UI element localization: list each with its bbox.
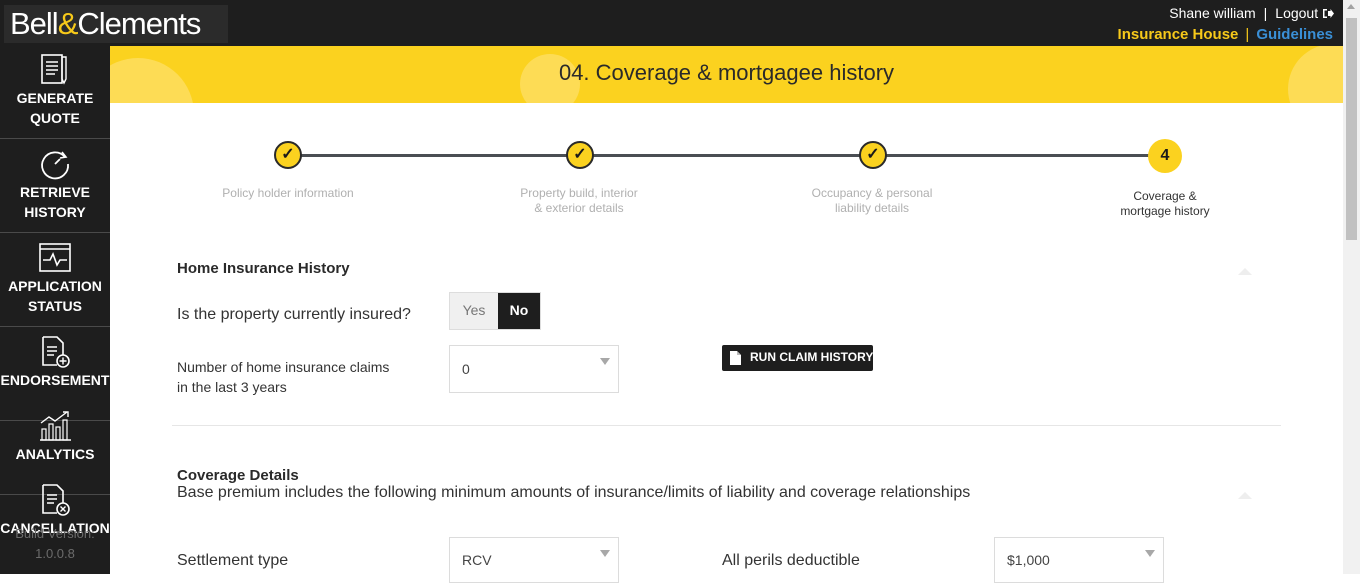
coverage-details-description: Base premium includes the following mini… xyxy=(177,484,971,501)
insured-no-button[interactable]: No xyxy=(498,293,540,329)
step-4-label: Coverage & mortgage history xyxy=(1075,189,1255,219)
all-perils-deductible-value: $1,000 xyxy=(1007,552,1050,568)
document-list-icon xyxy=(41,54,67,85)
insurance-house-link[interactable]: Insurance House xyxy=(1118,26,1239,43)
sidebar-item-label: GENERATE QUOTE xyxy=(16,90,94,126)
insured-toggle: Yes No xyxy=(449,292,541,330)
step-3-label-line1: Occupancy & personal xyxy=(811,186,933,200)
document-cancel-icon xyxy=(42,484,70,516)
claims-count-select[interactable]: 0 xyxy=(449,345,619,393)
sidebar-item-label: ENDORSEMENT xyxy=(0,372,110,388)
step-3-label: Occupancy & personal liability details xyxy=(782,186,962,216)
step-2-label-line1: Property build, interior xyxy=(520,186,638,200)
section-divider xyxy=(172,425,1281,426)
stepper-line xyxy=(288,154,1165,157)
user-line: Shane william | Logout xyxy=(1169,5,1334,21)
page-title: 04. Coverage & mortgagee history xyxy=(558,60,895,85)
top-bar: Bell&Clements Shane william | Logout Insur… xyxy=(0,0,1360,46)
step-4-number[interactable]: 4 xyxy=(1148,139,1182,173)
sidebar-item-label: APPLICATION STATUS xyxy=(8,278,102,314)
chevron-down-icon xyxy=(600,550,610,557)
logout-icon xyxy=(1323,9,1334,18)
document-icon xyxy=(730,351,741,365)
brand-ampersand: & xyxy=(57,6,79,41)
status-pulse-icon xyxy=(39,243,71,272)
brand-logo[interactable]: Bell&Clements xyxy=(4,5,228,43)
claims-count-value: 0 xyxy=(462,361,470,377)
step-1-label: Policy holder information xyxy=(198,186,378,201)
coverage-details-title: Coverage Details xyxy=(177,467,299,484)
chevron-down-icon xyxy=(1145,550,1155,557)
scrollbar[interactable] xyxy=(1343,0,1360,574)
step-3-label-line2: liability details xyxy=(834,201,910,215)
sidebar-item-retrieve-history[interactable]: RETRIEVE HISTORY xyxy=(0,140,110,233)
user-name: Shane william xyxy=(1169,5,1256,21)
build-version-info: Build Version: 1.0.0.8 xyxy=(0,524,110,564)
claims-count-label: Number of home insurance claims in the l… xyxy=(177,357,389,397)
chevron-down-icon xyxy=(600,358,610,365)
home-insurance-history-title: Home Insurance History xyxy=(177,260,350,277)
step-2-label: Property build, interior & exterior detai… xyxy=(489,186,669,216)
logout-label: Logout xyxy=(1275,5,1319,21)
header-links-separator: | xyxy=(1245,26,1250,43)
run-claim-history-button[interactable]: RUN CLAIM HISTORY xyxy=(722,345,873,371)
all-perils-deductible-label: All perils deductible xyxy=(722,552,860,569)
page-banner: 04. Coverage & mortgagee history xyxy=(110,46,1343,103)
insured-yes-button[interactable]: Yes xyxy=(450,293,498,329)
build-version-number: 1.0.0.8 xyxy=(35,546,75,561)
step-1-check-icon[interactable]: ✓ xyxy=(274,141,302,169)
header-links: Insurance House | Guidelines xyxy=(1118,26,1333,43)
sidebar-item-application-status[interactable]: APPLICATION STATUS xyxy=(0,234,110,327)
build-version-label: Build Version: xyxy=(15,526,95,541)
settlement-type-label: Settlement type xyxy=(177,552,289,569)
sidebar-item-label: RETRIEVE HISTORY xyxy=(19,184,90,220)
step-2-check-icon[interactable]: ✓ xyxy=(566,141,594,169)
run-claim-history-label: RUN CLAIM HISTORY xyxy=(750,350,874,364)
brand-name-part1: Bell xyxy=(10,6,59,41)
scroll-up-arrow-icon[interactable] xyxy=(1347,4,1355,9)
header-separator: | xyxy=(1263,5,1268,21)
collapse-coverage-details-icon[interactable] xyxy=(1238,492,1252,499)
step-2-label-line2: & exterior details xyxy=(534,201,624,215)
claims-label-line1: Number of home insurance claims xyxy=(177,359,390,375)
scrollbar-thumb[interactable] xyxy=(1346,18,1357,240)
step-4-label-line1: Coverage & xyxy=(1133,189,1197,203)
guidelines-link[interactable]: Guidelines xyxy=(1256,26,1333,43)
collapse-home-history-icon[interactable] xyxy=(1238,268,1252,275)
bar-chart-trend-icon xyxy=(40,411,71,441)
history-clock-icon xyxy=(41,151,69,180)
step-4-label-line2: mortgage history xyxy=(1120,204,1210,218)
step-3-check-icon[interactable]: ✓ xyxy=(859,141,887,169)
logout-link[interactable]: Logout xyxy=(1275,5,1334,21)
brand-name-part2: Clements xyxy=(77,6,201,41)
sidebar: GENERATE QUOTE RETRIEVE HISTORY APPLICAT… xyxy=(0,46,110,574)
document-add-icon xyxy=(42,336,70,368)
claims-label-line2: in the last 3 years xyxy=(177,379,287,395)
sidebar-item-generate-quote[interactable]: GENERATE QUOTE xyxy=(0,46,110,139)
sidebar-item-label: ANALYTICS xyxy=(15,446,95,462)
insured-question-label: Is the property currently insured? xyxy=(177,306,411,323)
settlement-type-select[interactable]: RCV xyxy=(449,537,619,583)
all-perils-deductible-select[interactable]: $1,000 xyxy=(994,537,1164,583)
settlement-type-value: RCV xyxy=(462,552,492,568)
step-1-label-text: Policy holder information xyxy=(222,186,354,200)
